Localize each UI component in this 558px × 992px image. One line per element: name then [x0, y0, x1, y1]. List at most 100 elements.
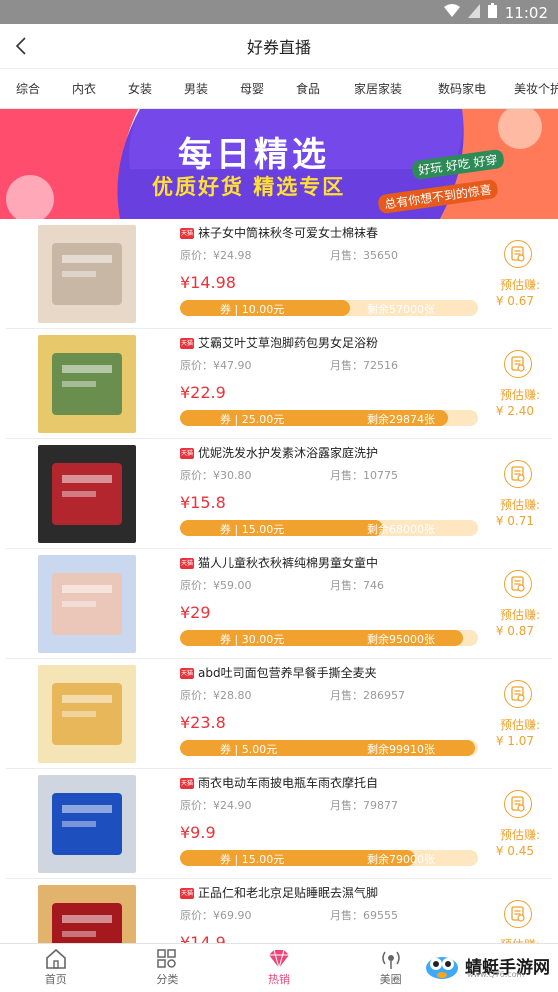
coupon-price: ¥29 — [180, 603, 211, 622]
coupon-progress-bar[interactable]: 券 | 25.00元 剩余29874张 — [180, 410, 478, 426]
tmall-badge: 天猫 — [180, 558, 194, 569]
diamond-icon — [268, 949, 289, 970]
category-tab[interactable]: 综合 — [0, 80, 56, 97]
coupon-price: ¥23.8 — [180, 713, 226, 732]
estimated-earnings-value: ¥ 0.45 — [495, 844, 534, 858]
product-title-text: abd吐司面包营养早餐手撕全麦夹 — [198, 666, 377, 680]
product-image[interactable] — [38, 555, 136, 653]
watermark: 蜻蜓手游网 www.QT6.com — [423, 948, 550, 982]
coupon-progress-bar[interactable]: 券 | 5.00元 剩余99910张 — [180, 740, 478, 756]
product-list: 天猫 袜子女中筒袜秋冬可爱女士棉袜春 原价：¥24.98 月售：35650 ¥14… — [0, 219, 558, 943]
estimated-earnings-label: 预估赚: — [500, 936, 540, 943]
earnings-icon[interactable] — [504, 350, 532, 378]
coupon-progress-bar[interactable]: 券 | 15.00元 剩余79000张 — [180, 850, 478, 866]
tab-hot[interactable]: 热销 — [223, 944, 335, 992]
earnings-icon[interactable] — [504, 460, 532, 488]
category-tab[interactable]: 男装 — [168, 80, 224, 97]
coupons-remaining: 剩余68000张 — [367, 523, 435, 536]
tmall-badge: 天猫 — [180, 888, 194, 899]
tmall-badge: 天猫 — [180, 338, 194, 349]
product-title[interactable]: 天猫 雨衣电动车雨披电瓶车雨衣摩托自 — [180, 774, 480, 791]
product-title[interactable]: 天猫 艾霸艾叶艾草泡脚药包男女足浴粉 — [180, 334, 480, 351]
original-price: 原价：¥24.98 — [180, 249, 252, 262]
broadcast-icon — [381, 951, 400, 969]
earnings-icon[interactable] — [504, 790, 532, 818]
product-item[interactable]: 天猫 优妮洗发水护发素沐浴露家庭洗护 原价：¥30.80 月售：10775 ¥15… — [6, 439, 552, 549]
product-title[interactable]: 天猫 优妮洗发水护发素沐浴露家庭洗护 — [180, 444, 480, 461]
category-tab[interactable]: 数码家电 — [420, 80, 504, 97]
estimated-earnings-value: ¥ 0.71 — [495, 514, 534, 528]
coupon-value: 券 | 15.00元 — [220, 523, 285, 536]
product-title[interactable]: 天猫 袜子女中筒袜秋冬可爱女士棉袜春 — [180, 224, 480, 241]
product-title[interactable]: 天猫 猫人儿童秋衣秋裤纯棉男童女童中 — [180, 554, 480, 571]
product-item[interactable]: 天猫 艾霸艾叶艾草泡脚药包男女足浴粉 原价：¥47.90 月售：72516 ¥22… — [6, 329, 552, 439]
tab-label: 首页 — [44, 973, 67, 986]
product-title[interactable]: 天猫 正品仁和老北京足贴睡眠去濕气脚 — [180, 884, 480, 901]
product-image[interactable] — [38, 445, 136, 543]
product-image[interactable] — [38, 885, 136, 943]
coupon-progress-bar[interactable]: 券 | 30.00元 剩余95000张 — [180, 630, 478, 646]
product-item[interactable]: 天猫 正品仁和老北京足贴睡眠去濕气脚 原价：¥69.90 月售：69555 ¥14… — [6, 879, 552, 943]
earnings-icon[interactable] — [504, 900, 532, 928]
product-item[interactable]: 天猫 袜子女中筒袜秋冬可爱女士棉袜春 原价：¥24.98 月售：35650 ¥14… — [6, 219, 552, 329]
original-price: 原价：¥30.80 — [180, 469, 252, 482]
estimated-earnings-label: 预估赚: — [499, 718, 540, 732]
product-image[interactable] — [38, 335, 136, 433]
dragonfly-logo-icon — [426, 957, 458, 979]
tmall-badge: 天猫 — [180, 778, 194, 789]
monthly-sales: 月售：746 — [330, 579, 384, 592]
estimated-earnings-value: ¥ 0.67 — [495, 294, 534, 308]
coupons-remaining: 剩余95000张 — [367, 633, 435, 646]
original-price: 原价：¥47.90 — [180, 359, 252, 372]
coupon-value: 券 | 5.00元 — [220, 743, 278, 756]
estimated-earnings-label: 预估赚: — [499, 608, 540, 622]
category-tab[interactable]: 食品 — [280, 80, 336, 97]
product-image[interactable] — [38, 665, 136, 763]
product-image[interactable] — [38, 775, 136, 873]
battery-icon — [487, 3, 497, 22]
banner-title: 每日精选 — [178, 135, 330, 175]
monthly-sales: 月售：72516 — [330, 359, 398, 372]
category-tab[interactable]: 家居家装 — [336, 80, 420, 97]
category-tab[interactable]: 美妆个护 — [504, 80, 558, 97]
category-tab[interactable]: 女装 — [112, 80, 168, 97]
tmall-badge: 天猫 — [180, 228, 194, 239]
product-item[interactable]: 天猫 雨衣电动车雨披电瓶车雨衣摩托自 原价：¥24.90 月售：79877 ¥9.… — [6, 769, 552, 879]
product-title-text: 雨衣电动车雨披电瓶车雨衣摩托自 — [198, 776, 379, 790]
monthly-sales: 月售：286957 — [330, 689, 405, 702]
earnings-icon[interactable] — [504, 570, 532, 598]
coupons-remaining: 剩余99910张 — [367, 743, 435, 756]
coupons-remaining: 剩余57000张 — [367, 303, 435, 316]
tab-home[interactable]: 首页 — [0, 944, 112, 992]
product-title-text: 正品仁和老北京足贴睡眠去濕气脚 — [198, 886, 379, 900]
category-tab[interactable]: 母婴 — [224, 80, 280, 97]
category-tab[interactable]: 内衣 — [56, 80, 112, 97]
estimated-earnings-value: ¥ 1.07 — [495, 734, 534, 748]
coupon-price: ¥22.9 — [180, 383, 226, 402]
estimated-earnings-value: ¥ 2.40 — [495, 404, 534, 418]
product-item[interactable]: 天猫 abd吐司面包营养早餐手撕全麦夹 原价：¥28.80 月售：286957 ¥… — [6, 659, 552, 769]
coupon-progress-bar[interactable]: 券 | 10.00元 剩余57000张 — [180, 300, 478, 316]
estimated-earnings-label: 预估赚: — [499, 498, 540, 512]
product-title-text: 袜子女中筒袜秋冬可爱女士棉袜春 — [198, 226, 379, 240]
coupons-remaining: 剩余29874张 — [367, 413, 435, 426]
product-item[interactable]: 天猫 猫人儿童秋衣秋裤纯棉男童女童中 原价：¥59.00 月售：746 ¥29 券… — [6, 549, 552, 659]
earnings-icon[interactable] — [504, 680, 532, 708]
earnings-icon[interactable] — [504, 240, 532, 268]
coupon-progress-bar[interactable]: 券 | 15.00元 剩余68000张 — [180, 520, 478, 536]
product-title[interactable]: 天猫 abd吐司面包营养早餐手撕全麦夹 — [180, 664, 480, 681]
promo-banner[interactable]: 每日精选 优质好货 精选专区 好玩 好吃 好穿 总有你想不到的惊喜 — [0, 109, 558, 219]
coupon-value: 券 | 10.00元 — [220, 303, 285, 316]
page-title: 好券直播 — [246, 38, 311, 57]
wifi-icon — [443, 3, 460, 22]
back-button[interactable] — [12, 34, 34, 58]
coupon-price: ¥14.98 — [180, 273, 236, 292]
product-title-text: 优妮洗发水护发素沐浴露家庭洗护 — [198, 446, 379, 460]
signal-icon — [467, 3, 480, 22]
original-price: 原价：¥24.90 — [180, 799, 252, 812]
tab-category[interactable]: 分类 — [112, 944, 224, 992]
coupon-price: ¥15.8 — [180, 493, 226, 512]
monthly-sales: 月售：35650 — [330, 249, 398, 262]
tab-label: 热销 — [267, 973, 290, 986]
product-image[interactable] — [38, 225, 136, 323]
